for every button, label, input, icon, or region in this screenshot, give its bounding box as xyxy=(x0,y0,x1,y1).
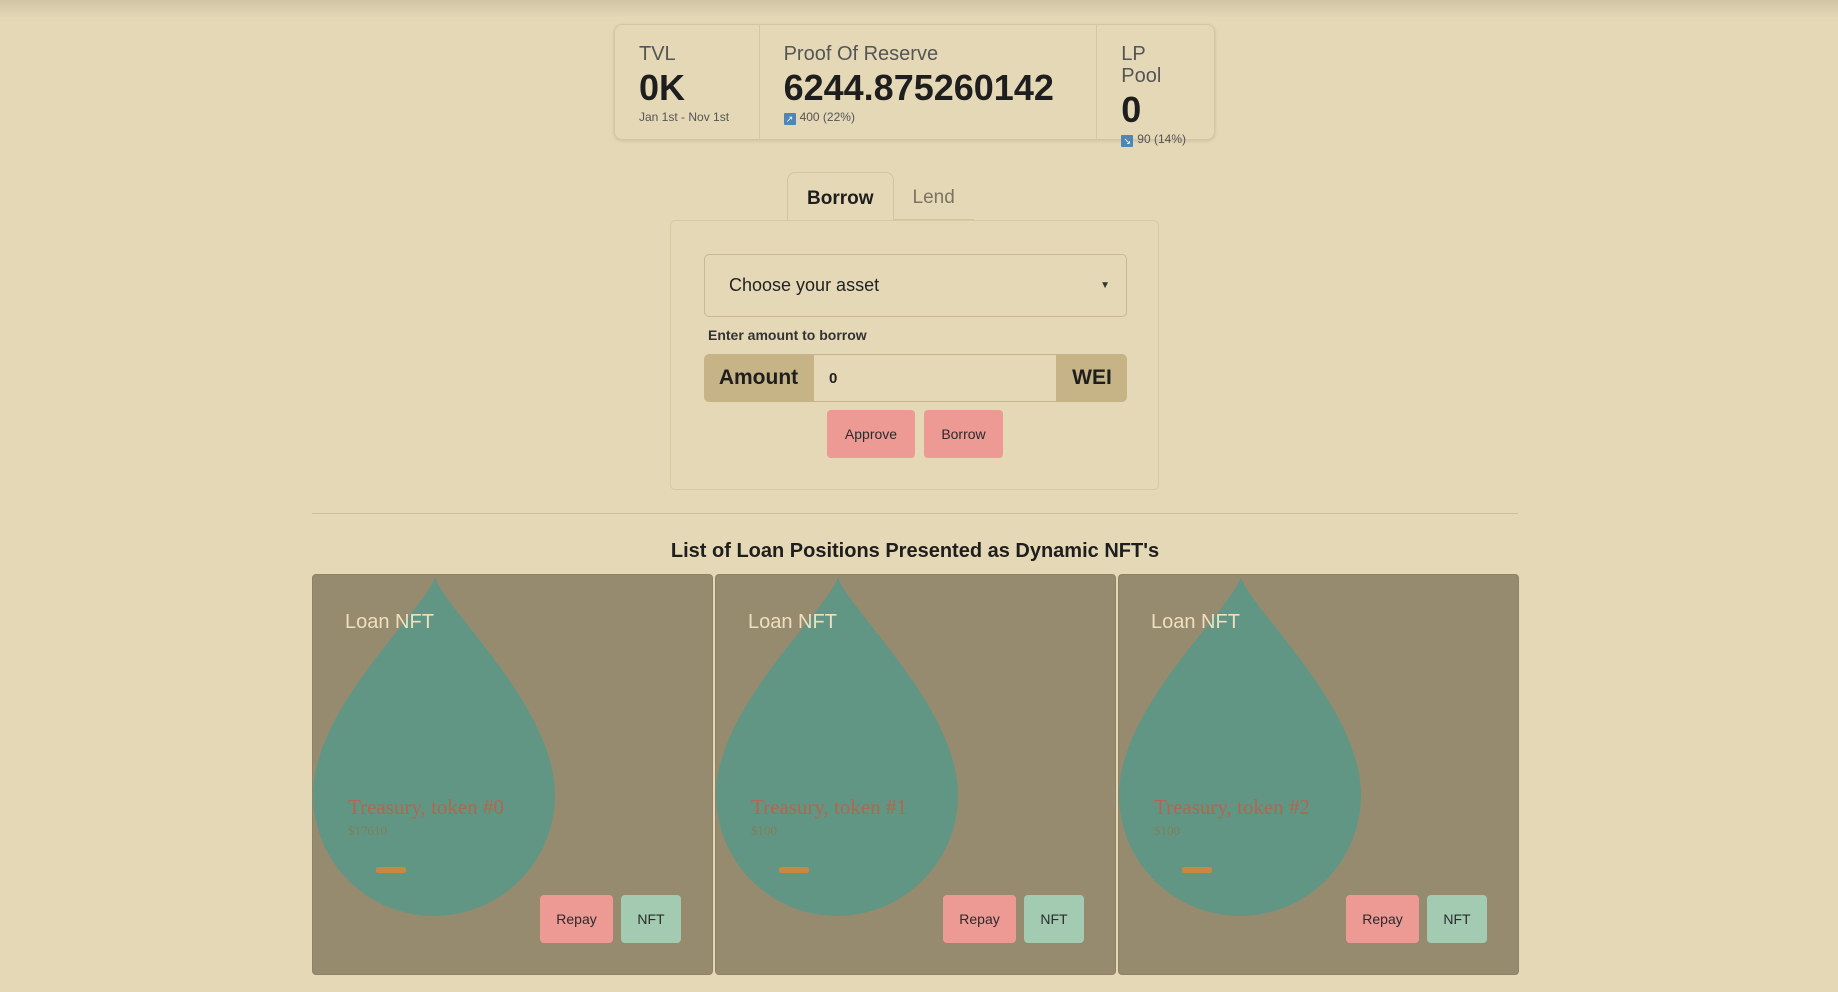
card-title: Loan NFT xyxy=(345,611,434,633)
health-bar xyxy=(1182,867,1212,873)
unit-suffix: WEI xyxy=(1057,354,1127,402)
health-bar xyxy=(779,867,809,873)
repay-button[interactable]: Repay xyxy=(943,895,1016,943)
token-price: $17610 xyxy=(348,823,387,838)
tab-lend[interactable]: Lend xyxy=(893,172,974,220)
stat-desc: Jan 1st - Nov 1st xyxy=(639,110,730,124)
token-name: Treasury, token #1 xyxy=(751,795,907,819)
section-title: List of Loan Positions Presented as Dyna… xyxy=(670,540,1160,562)
approve-button[interactable]: Approve xyxy=(827,410,915,458)
token-price: $100 xyxy=(1154,823,1180,838)
nft-button[interactable]: NFT xyxy=(1427,895,1487,943)
token-name: Treasury, token #0 xyxy=(348,795,504,819)
stat-lp-pool: LP Pool 0 ↘ 90 (14%) xyxy=(1096,25,1214,147)
card-title: Loan NFT xyxy=(1151,611,1240,633)
stats-panel: TVL 0K Jan 1st - Nov 1st Proof Of Reserv… xyxy=(614,24,1215,147)
stat-title: LP Pool xyxy=(1121,43,1162,87)
stat-desc: 400 (22%) xyxy=(799,110,855,124)
loan-nft-list: Loan NFT Treasury, token #0 $17610 Repay… xyxy=(312,574,1521,975)
stat-title: TVL xyxy=(639,43,676,65)
tab-borrow[interactable]: Borrow xyxy=(787,172,894,220)
stat-tvl: TVL 0K Jan 1st - Nov 1st xyxy=(615,25,759,139)
amount-input-group: Amount WEI xyxy=(704,354,1127,402)
asset-select-value: Choose your asset xyxy=(729,275,880,295)
tab-bar: Borrow Lend xyxy=(787,172,974,220)
nft-button[interactable]: NFT xyxy=(621,895,681,943)
card-title: Loan NFT xyxy=(748,611,837,633)
stat-value: 6244.875260142 xyxy=(783,67,1054,108)
asset-select[interactable]: Choose your asset ▼ xyxy=(704,254,1127,317)
nft-button[interactable]: NFT xyxy=(1024,895,1084,943)
amount-prefix: Amount xyxy=(704,354,813,402)
stat-proof-of-reserve: Proof Of Reserve 6244.875260142 ↗ 400 (22… xyxy=(758,25,1097,139)
health-bar xyxy=(376,867,406,873)
stat-desc-row: ↗ 400 (22%) xyxy=(783,110,1073,125)
stat-desc-row: ↘ 90 (14%) xyxy=(1121,132,1190,147)
amount-input[interactable] xyxy=(813,354,1057,402)
borrow-button[interactable]: Borrow xyxy=(924,410,1003,458)
arrow-down-icon: ↘ xyxy=(1121,135,1134,147)
borrow-panel: Choose your asset ▼ Enter amount to borr… xyxy=(670,220,1159,490)
amount-label: Enter amount to borrow xyxy=(708,327,867,343)
arrow-up-icon: ↗ xyxy=(783,113,796,125)
caret-down-icon: ▼ xyxy=(1100,280,1110,291)
loan-nft-card: Loan NFT Treasury, token #0 $17610 Repay… xyxy=(312,574,713,975)
stat-title: Proof Of Reserve xyxy=(783,43,939,65)
token-price: $100 xyxy=(751,823,777,838)
loan-nft-card: Loan NFT Treasury, token #2 $100 Repay N… xyxy=(1118,574,1519,975)
stat-value: 0 xyxy=(1121,89,1142,130)
top-shadow xyxy=(0,0,1838,18)
divider xyxy=(312,513,1518,514)
stat-desc: 90 (14%) xyxy=(1137,132,1186,146)
token-name: Treasury, token #2 xyxy=(1154,795,1310,819)
loan-nft-card: Loan NFT Treasury, token #1 $100 Repay N… xyxy=(715,574,1116,975)
repay-button[interactable]: Repay xyxy=(540,895,613,943)
repay-button[interactable]: Repay xyxy=(1346,895,1419,943)
stat-value: 0K xyxy=(639,67,686,108)
